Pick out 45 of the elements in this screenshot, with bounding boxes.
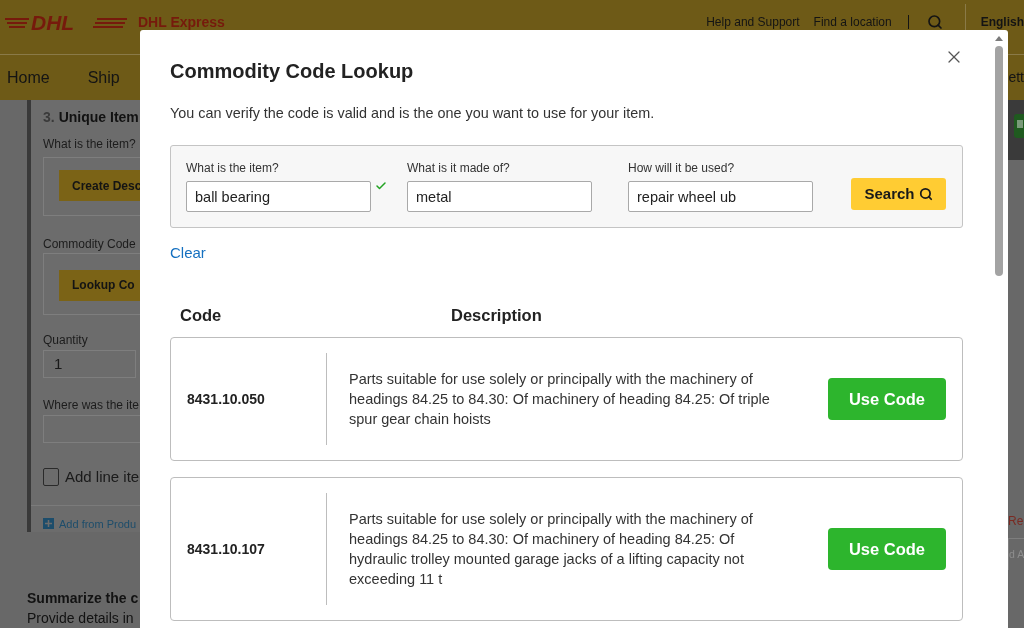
use-code-button[interactable]: Use Code xyxy=(828,378,946,420)
input-field[interactable]: ball bearing xyxy=(186,181,371,212)
code-description: Parts suitable for use solely or principally with the machinery of headings 84.25 to 84.30: Of machinery of heading 84.25: Of triple spur gear chain hoists xyxy=(349,370,771,429)
language-selector[interactable]: English xyxy=(980,13,1024,31)
search-button[interactable]: Search xyxy=(851,178,946,210)
dialog-description: You can verify the code is valid and is the one you want to use for your item. xyxy=(170,104,655,122)
scrollbar-thumb[interactable] xyxy=(995,46,1003,276)
field-label: Where was the ite xyxy=(43,397,140,413)
search-icon[interactable] xyxy=(926,14,943,30)
lookup-code-button[interactable]: Lookup Co xyxy=(59,269,140,301)
checkbox[interactable] xyxy=(43,468,59,487)
code-description: Parts suitable for use solely or principally with the machinery of headings 84.25 to 84.30: Of machinery of heading 84.25: Of hydraulic trolley mounted garage jacks of a lifting capacity not exceeding 11 t xyxy=(349,510,754,589)
column-header: Code xyxy=(180,306,222,324)
quantity-field[interactable]: 1 xyxy=(43,349,136,378)
use-code-button[interactable]: Use Code xyxy=(828,528,946,570)
field-label: What is it made of? xyxy=(407,161,510,175)
link[interactable]: Re xyxy=(1008,512,1024,530)
section-heading: Summarize the c xyxy=(27,590,139,607)
commodity-code: 8431.10.107 xyxy=(187,539,265,559)
checkbox-label: Add line ite xyxy=(65,467,140,488)
column-header: Description xyxy=(451,306,542,325)
nav-item[interactable]: ett xyxy=(1008,67,1024,88)
field-label: Quantity xyxy=(43,332,88,348)
section-title: Unique Item xyxy=(58,108,139,126)
brand-name: DHL Express xyxy=(138,12,225,32)
clear-link[interactable]: Clear xyxy=(170,244,206,262)
add-from-products-link[interactable]: Add from Produ xyxy=(59,515,137,532)
dialog-title: Commodity Code Lookup xyxy=(170,59,414,83)
nav-item[interactable]: Home xyxy=(7,65,50,90)
input-field[interactable]: metal xyxy=(407,181,592,212)
action-button[interactable] xyxy=(1014,114,1024,138)
section-description: Provide details in xyxy=(27,610,134,627)
field-label: How will it be used? xyxy=(628,161,735,175)
dhl-logo[interactable]: DHL xyxy=(5,11,127,33)
field-label: What is the item? xyxy=(186,161,279,175)
field-label: Commodity Code xyxy=(43,236,136,252)
nav-item[interactable]: Ship xyxy=(87,65,120,90)
commodity-code: 8431.10.050 xyxy=(187,389,265,409)
field-label: What is the item? xyxy=(43,137,136,152)
scroll-up-arrow-icon[interactable] xyxy=(995,36,1003,41)
header-link[interactable]: Find a location xyxy=(813,13,892,31)
header-link[interactable]: Help and Support xyxy=(706,13,800,31)
input-field[interactable]: repair wheel ub xyxy=(628,181,813,212)
square-icon xyxy=(1017,120,1023,128)
search-icon xyxy=(918,187,933,201)
